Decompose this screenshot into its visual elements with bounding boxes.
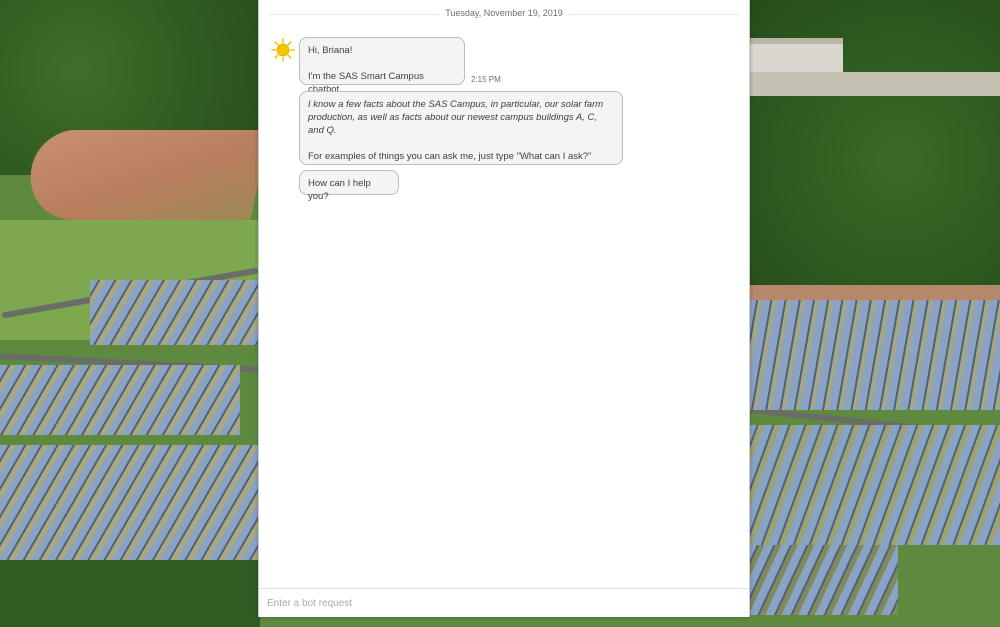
solar-panel-array <box>748 425 1000 545</box>
bot-message: Hi, Briana! I'm the SAS Smart Campus cha… <box>299 37 465 95</box>
message-text: How can I help you? <box>308 178 371 202</box>
solar-panel-array <box>0 365 240 435</box>
message-timestamp: 2:15 PM <box>471 75 501 84</box>
solar-panel-array <box>90 280 260 345</box>
message-line: Hi, Briana! <box>308 45 353 56</box>
message-italic-text: I know a few facts about the SAS Campus,… <box>308 99 604 136</box>
solar-panel-array <box>748 545 898 615</box>
conversation-date: Tuesday, November 19, 2019 <box>439 8 569 18</box>
message-text: For examples of things you can ask me, j… <box>308 151 592 162</box>
message-input-bar <box>259 588 749 617</box>
bot-request-input[interactable] <box>259 589 749 617</box>
sun-icon <box>271 38 295 62</box>
solar-panel-array <box>0 445 260 560</box>
chat-window: Tuesday, November 19, 2019 Hi, Briana! I… <box>258 0 750 617</box>
solar-panel-array <box>748 300 1000 410</box>
bot-message: How can I help you? <box>299 170 399 202</box>
forest-area <box>0 560 260 627</box>
dirt-field <box>20 130 270 220</box>
parking-lot <box>748 72 1000 96</box>
date-header: Tuesday, November 19, 2019 <box>259 8 749 18</box>
bot-message: I know a few facts about the SAS Campus,… <box>299 91 623 165</box>
